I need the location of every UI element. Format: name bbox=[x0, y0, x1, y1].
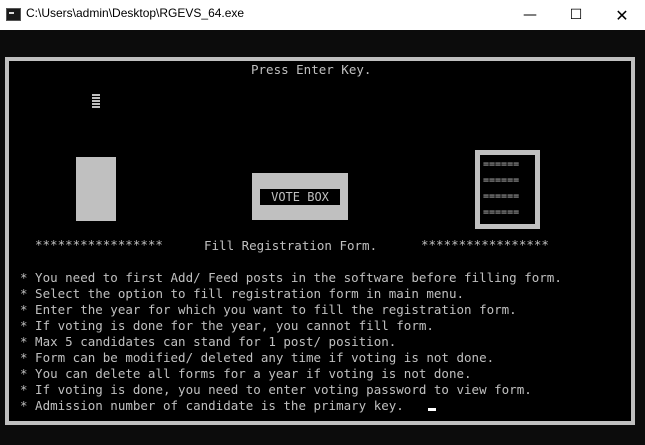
ballot-line: ====== bbox=[483, 159, 520, 170]
minimize-button[interactable]: — bbox=[507, 0, 553, 30]
instruction-line: * If voting is done for the year, you ca… bbox=[20, 318, 434, 333]
title-bar[interactable]: C:\Users\admin\Desktop\RGEVS_64.exe — ☐ … bbox=[0, 0, 645, 30]
instruction-line: * Form can be modified/ deleted any time… bbox=[20, 350, 495, 365]
instruction-line: * Admission number of candidate is the p… bbox=[20, 398, 404, 413]
ballot-line: ====== bbox=[483, 207, 520, 218]
stars-divider-right: ***************** bbox=[421, 237, 549, 252]
instruction-line: * Enter the year for which you want to f… bbox=[20, 302, 517, 317]
console-app-icon bbox=[6, 8, 21, 21]
instruction-line: * Select the option to fill registration… bbox=[20, 286, 465, 301]
window-title: C:\Users\admin\Desktop\RGEVS_64.exe bbox=[26, 6, 245, 20]
maximize-button[interactable]: ☐ bbox=[553, 0, 599, 30]
press-enter-prompt: Press Enter Key. bbox=[251, 62, 372, 77]
ballot-line: ====== bbox=[483, 175, 520, 186]
vote-box-label: VOTE BOX bbox=[260, 189, 340, 205]
close-button[interactable]: ✕ bbox=[599, 0, 645, 30]
instruction-line: * Max 5 candidates can stand for 1 post/… bbox=[20, 334, 397, 349]
instruction-line: * You can delete all forms for a year if… bbox=[20, 366, 472, 381]
section-heading: Fill Registration Form. bbox=[204, 238, 378, 253]
stars-divider-left: ***************** bbox=[35, 237, 163, 252]
candidate-block-graphic bbox=[76, 157, 116, 221]
scroll-glyph-icon bbox=[92, 94, 100, 108]
instruction-line: * If voting is done, you need to enter v… bbox=[20, 382, 532, 397]
instruction-line: * You need to first Add/ Feed posts in t… bbox=[20, 270, 562, 285]
ballot-line: ====== bbox=[483, 191, 520, 202]
text-cursor bbox=[428, 408, 436, 411]
